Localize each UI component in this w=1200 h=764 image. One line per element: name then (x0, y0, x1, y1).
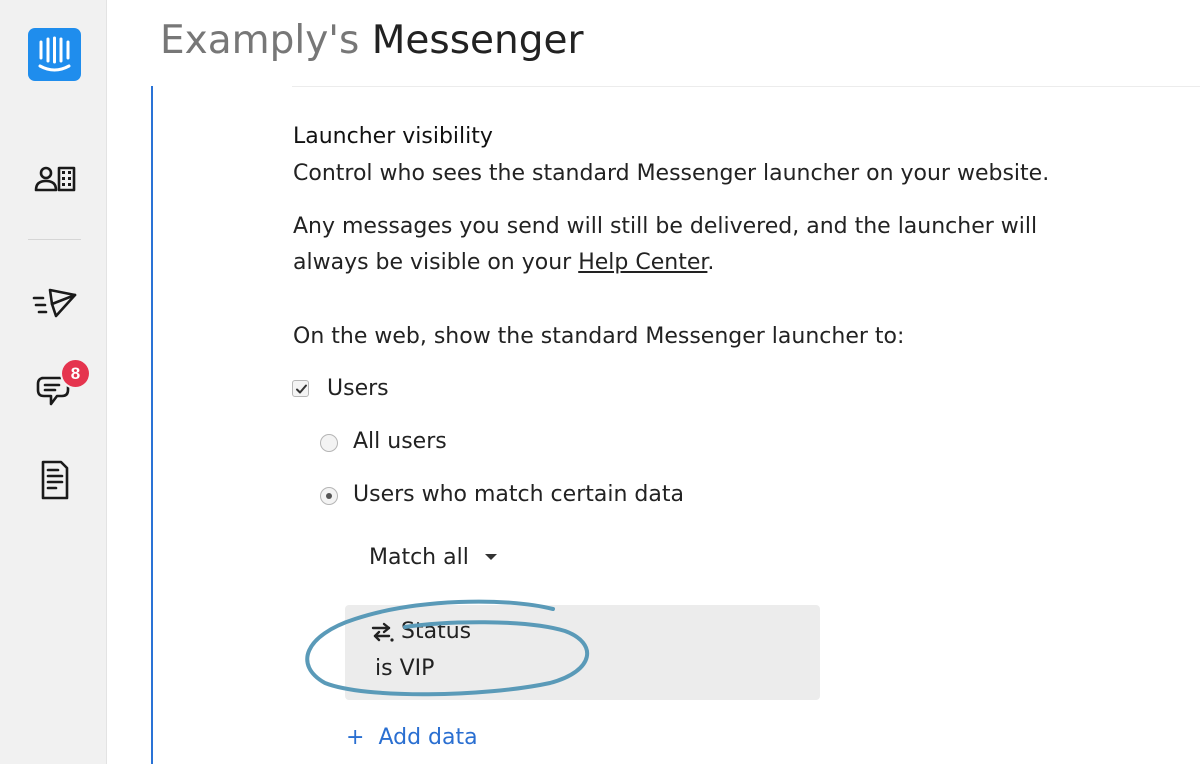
all-users-radio-label[interactable]: All users (353, 423, 447, 460)
note-line2-suffix: . (707, 250, 715, 275)
filter-attribute-label: Status (401, 619, 472, 644)
checkmark-icon (296, 384, 307, 394)
match-dropdown-value: Match all (369, 544, 469, 570)
match-all-dropdown[interactable]: Match all (369, 538, 497, 576)
match-data-radio[interactable] (320, 487, 338, 505)
articles-icon[interactable] (30, 458, 80, 502)
chevron-down-icon (484, 554, 497, 560)
launcher-description: Control who sees the standard Messenger … (293, 161, 1050, 186)
sidebar-divider (28, 239, 81, 240)
users-checkbox[interactable] (292, 380, 309, 397)
swap-arrows-icon (371, 622, 394, 642)
filter-attribute[interactable]: Status (369, 613, 471, 650)
page-title-workspace: Examply's (160, 18, 360, 63)
section-divider (292, 86, 1200, 87)
contacts-icon[interactable] (30, 158, 80, 202)
left-sidebar: 8 (0, 0, 107, 764)
plus-icon: + (346, 725, 365, 750)
note-line2-prefix: always be visible on your (293, 250, 579, 275)
page-title-main: Messenger (371, 18, 584, 63)
outbound-send-icon[interactable] (30, 280, 80, 324)
all-users-radio[interactable] (320, 434, 338, 452)
match-data-radio-label[interactable]: Users who match certain data (353, 476, 684, 513)
radio-selected-dot (326, 493, 332, 499)
add-data-link[interactable]: + Add data (346, 719, 478, 756)
users-checkbox-label[interactable]: Users (327, 370, 389, 407)
help-center-link[interactable]: Help Center (578, 250, 707, 275)
intercom-logo-icon[interactable] (28, 28, 81, 81)
section-indicator-line (151, 86, 153, 764)
show-launcher-to-label: On the web, show the standard Messenger … (293, 324, 905, 349)
filter-condition: is VIP (375, 656, 435, 681)
add-data-label: Add data (378, 725, 478, 750)
launcher-note-line2: always be visible on your Help Center. (293, 244, 714, 281)
launcher-note-line1: Any messages you send will still be deli… (293, 214, 1038, 239)
launcher-visibility-heading: Launcher visibility (293, 124, 493, 149)
unread-count-badge: 8 (62, 360, 89, 387)
page-title: Examply's Messenger (160, 14, 584, 68)
